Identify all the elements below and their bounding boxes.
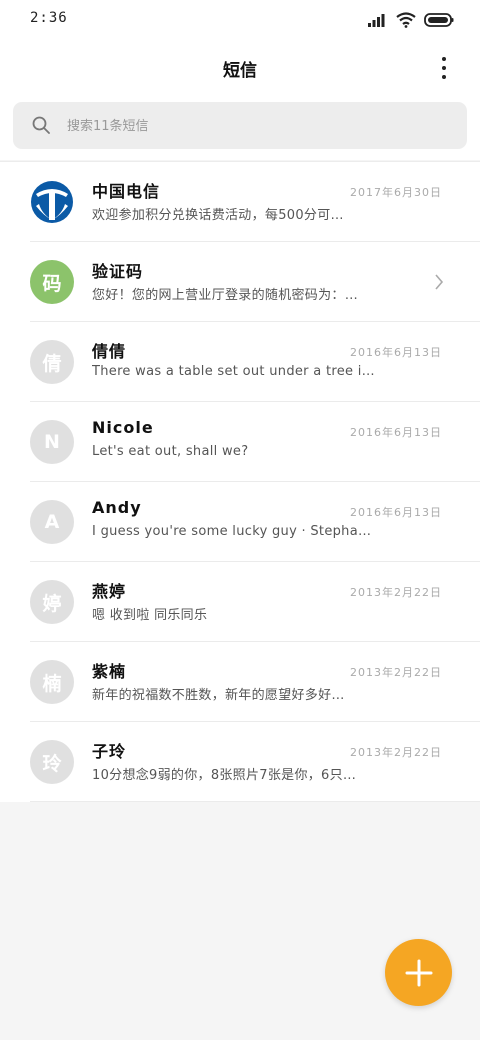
- avatar: 玲: [30, 740, 74, 784]
- contact-name: 验证码: [92, 262, 144, 281]
- message-date: 2016年6月13日: [350, 346, 442, 359]
- message-preview: 您好！您的网上营业厅登录的随机密码为：…: [92, 288, 359, 303]
- avatar: 倩: [30, 340, 74, 384]
- plus-icon: [405, 959, 432, 986]
- more-options-button[interactable]: [432, 54, 456, 82]
- china-telecom-logo-icon: [31, 181, 73, 223]
- more-dot: [442, 75, 446, 79]
- message-list: 中国电信 2017年6月30日 欢迎参加积分兑换话费活动，每500分可… 码 验…: [0, 162, 480, 802]
- message-item[interactable]: 楠 紫楠 2013年2月22日 新年的祝福数不胜数，新年的愿望好多好…: [0, 642, 480, 722]
- status-bar: 2:36: [0, 0, 480, 40]
- message-date: 2016年6月13日: [350, 506, 442, 519]
- page-title: 短信: [223, 61, 257, 81]
- message-preview: 10分想念9弱的你，8张照片7张是你，6只…: [92, 768, 357, 783]
- avatar: 码: [30, 260, 74, 304]
- search-bar[interactable]: [13, 102, 467, 149]
- message-preview: 嗯 收到啦 同乐同乐: [92, 608, 208, 623]
- search-input[interactable]: [67, 114, 447, 138]
- new-message-button[interactable]: [385, 939, 452, 1006]
- signal-icon: [368, 14, 385, 27]
- message-date: 2016年6月13日: [350, 426, 442, 439]
- message-preview: There was a table set out under a tree i…: [92, 364, 375, 379]
- contact-name: Nicole: [92, 418, 154, 437]
- message-item[interactable]: 婷 燕婷 2013年2月22日 嗯 收到啦 同乐同乐: [0, 562, 480, 642]
- battery-icon: [424, 13, 454, 27]
- message-item[interactable]: 玲 子玲 2013年2月22日 10分想念9弱的你，8张照片7张是你，6只…: [0, 722, 480, 802]
- message-item[interactable]: A Andy 2016年6月13日 I guess you're some lu…: [0, 482, 480, 562]
- message-preview: Let's eat out, shall we?: [92, 444, 249, 459]
- contact-name: 紫楠: [92, 662, 127, 681]
- message-item[interactable]: 倩 倩倩 2016年6月13日 There was a table set ou…: [0, 322, 480, 402]
- contact-name: 倩倩: [92, 342, 127, 361]
- message-date: 2017年6月30日: [350, 186, 442, 199]
- contact-name: 中国电信: [92, 182, 161, 201]
- contact-name: Andy: [92, 498, 142, 517]
- message-item[interactable]: 码 验证码 您好！您的网上营业厅登录的随机密码为：…: [0, 242, 480, 322]
- contact-name: 燕婷: [92, 582, 127, 601]
- chevron-right-icon: [435, 274, 444, 290]
- status-icons: [368, 11, 454, 29]
- message-preview: 新年的祝福数不胜数，新年的愿望好多好…: [92, 688, 345, 703]
- message-date: 2013年2月22日: [350, 586, 442, 599]
- top-panel: 2:36 短信: [0, 0, 480, 160]
- message-preview: 欢迎参加积分兑换话费活动，每500分可…: [92, 208, 344, 223]
- more-dot: [442, 57, 446, 61]
- message-date: 2013年2月22日: [350, 746, 442, 759]
- avatar: 楠: [30, 660, 74, 704]
- message-date: 2013年2月22日: [350, 666, 442, 679]
- message-preview: I guess you're some lucky guy · Stepha…: [92, 524, 372, 539]
- message-item[interactable]: 中国电信 2017年6月30日 欢迎参加积分兑换话费活动，每500分可…: [0, 162, 480, 242]
- wifi-icon: [396, 12, 416, 28]
- avatar: 婷: [30, 580, 74, 624]
- avatar: A: [30, 500, 74, 544]
- title-bar: 短信: [0, 44, 480, 90]
- contact-name: 子玲: [92, 742, 127, 761]
- avatar: N: [30, 420, 74, 464]
- more-dot: [442, 66, 446, 70]
- avatar: [30, 180, 74, 224]
- search-icon: [32, 116, 50, 134]
- message-item[interactable]: N Nicole 2016年6月13日 Let's eat out, shall…: [0, 402, 480, 482]
- status-time: 2:36: [30, 10, 68, 26]
